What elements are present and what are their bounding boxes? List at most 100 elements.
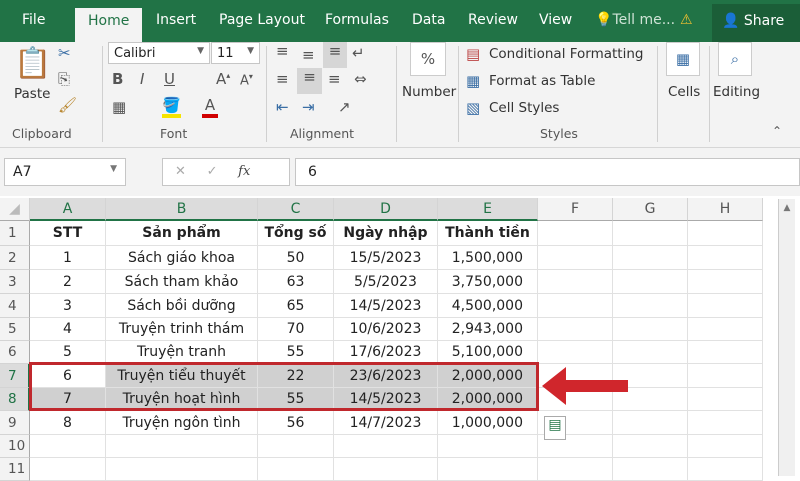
- font-color-icon[interactable]: A: [202, 96, 218, 118]
- align-left-icon[interactable]: ≡: [276, 70, 289, 88]
- table-cell[interactable]: [106, 435, 258, 458]
- paste-icon[interactable]: 📋: [14, 46, 51, 81]
- table-header-cell[interactable]: Tổng số: [258, 221, 334, 246]
- table-cell[interactable]: Sách bồi dưỡng: [106, 294, 258, 318]
- tab-data[interactable]: Data: [412, 12, 445, 28]
- table-cell[interactable]: [688, 411, 763, 435]
- table-cell[interactable]: 2: [30, 270, 106, 294]
- table-cell[interactable]: [613, 318, 688, 341]
- borders-icon[interactable]: ▦: [112, 98, 126, 116]
- row-header[interactable]: 8: [0, 388, 30, 411]
- percent-icon[interactable]: %: [410, 42, 446, 76]
- align-right-icon[interactable]: ≡: [328, 70, 341, 88]
- row-header[interactable]: 5: [0, 318, 30, 341]
- font-name-dropdown[interactable]: Calibri ▼: [108, 42, 210, 64]
- table-cell[interactable]: [688, 388, 763, 411]
- table-header-cell[interactable]: [538, 221, 613, 246]
- table-cell[interactable]: [688, 270, 763, 294]
- copy-icon[interactable]: ⎘: [58, 70, 70, 88]
- orientation-icon[interactable]: ↗: [338, 98, 351, 116]
- increase-font-icon[interactable]: A▴: [216, 70, 230, 88]
- editing-button[interactable]: Editing: [713, 84, 760, 100]
- table-cell[interactable]: 14/7/2023: [334, 411, 438, 435]
- table-cell[interactable]: [688, 435, 763, 458]
- table-cell[interactable]: 50: [258, 246, 334, 270]
- table-cell[interactable]: 4,500,000: [438, 294, 538, 318]
- share-button[interactable]: 👤 Share: [712, 4, 800, 42]
- warning-icon[interactable]: ⚠: [680, 12, 693, 28]
- tell-me-search[interactable]: 💡Tell me...: [595, 12, 675, 28]
- tab-home[interactable]: Home: [75, 8, 143, 42]
- table-cell[interactable]: 63: [258, 270, 334, 294]
- column-header[interactable]: D: [334, 198, 438, 221]
- cut-icon[interactable]: ✂: [58, 44, 71, 62]
- table-cell[interactable]: [30, 458, 106, 481]
- row-header[interactable]: 4: [0, 294, 30, 318]
- align-center-icon[interactable]: ≡: [297, 68, 322, 94]
- table-cell[interactable]: 55: [258, 341, 334, 364]
- align-bottom-icon[interactable]: ≡: [323, 42, 347, 68]
- table-cell[interactable]: [538, 318, 613, 341]
- row-header[interactable]: 11: [0, 458, 30, 481]
- row-header[interactable]: 3: [0, 270, 30, 294]
- column-header[interactable]: F: [538, 198, 613, 221]
- merge-center-icon[interactable]: ⇔: [354, 70, 367, 88]
- insert-function-icon[interactable]: fx: [238, 164, 250, 179]
- table-cell[interactable]: [30, 435, 106, 458]
- table-cell[interactable]: [334, 435, 438, 458]
- column-header[interactable]: B: [106, 198, 258, 221]
- table-cell[interactable]: [613, 458, 688, 481]
- table-cell[interactable]: [613, 411, 688, 435]
- table-header-cell[interactable]: STT: [30, 221, 106, 246]
- table-cell[interactable]: [613, 270, 688, 294]
- tab-view[interactable]: View: [539, 12, 572, 28]
- table-cell[interactable]: 8: [30, 411, 106, 435]
- table-cell[interactable]: [688, 318, 763, 341]
- table-cell[interactable]: [613, 246, 688, 270]
- paste-button[interactable]: Paste: [14, 86, 50, 102]
- column-header[interactable]: A: [30, 198, 106, 221]
- table-cell[interactable]: 5,100,000: [438, 341, 538, 364]
- table-cell[interactable]: 4: [30, 318, 106, 341]
- table-cell[interactable]: [688, 364, 763, 388]
- cells-button[interactable]: Cells: [668, 84, 700, 100]
- table-header-cell[interactable]: [688, 221, 763, 246]
- decrease-indent-icon[interactable]: ⇤: [276, 98, 289, 116]
- table-cell[interactable]: 56: [258, 411, 334, 435]
- column-header[interactable]: H: [688, 198, 763, 221]
- tab-insert[interactable]: Insert: [156, 12, 196, 28]
- search-icon[interactable]: ⌕: [718, 42, 752, 76]
- table-cell[interactable]: [613, 341, 688, 364]
- table-header-cell[interactable]: Sản phẩm: [106, 221, 258, 246]
- scroll-up-icon[interactable]: ▲: [779, 199, 795, 213]
- tab-file[interactable]: File: [22, 12, 45, 28]
- table-cell[interactable]: [688, 294, 763, 318]
- table-cell[interactable]: [334, 458, 438, 481]
- table-cell[interactable]: Truyện ngôn tình: [106, 411, 258, 435]
- table-cell[interactable]: 1: [30, 246, 106, 270]
- column-header[interactable]: C: [258, 198, 334, 221]
- row-header[interactable]: 2: [0, 246, 30, 270]
- row-header[interactable]: 9: [0, 411, 30, 435]
- table-cell[interactable]: 17/6/2023: [334, 341, 438, 364]
- enter-icon[interactable]: ✓: [207, 164, 218, 179]
- number-format-button[interactable]: Number: [402, 84, 456, 100]
- vertical-scrollbar[interactable]: ▲: [778, 199, 795, 476]
- table-cell[interactable]: Sách tham khảo: [106, 270, 258, 294]
- table-cell[interactable]: [613, 294, 688, 318]
- table-cell[interactable]: [258, 458, 334, 481]
- cancel-icon[interactable]: ✕: [175, 164, 186, 179]
- tab-review[interactable]: Review: [468, 12, 518, 28]
- table-cell[interactable]: [688, 458, 763, 481]
- table-cell[interactable]: [438, 458, 538, 481]
- table-cell[interactable]: [538, 270, 613, 294]
- column-header[interactable]: E: [438, 198, 538, 221]
- table-cell[interactable]: 70: [258, 318, 334, 341]
- underline-button[interactable]: U: [164, 70, 175, 88]
- name-box[interactable]: A7 ▼: [4, 158, 126, 186]
- format-as-table-button[interactable]: Format as Table: [489, 73, 595, 89]
- conditional-formatting-button[interactable]: Conditional Formatting: [489, 46, 643, 62]
- wrap-text-icon[interactable]: ↵: [352, 44, 365, 62]
- italic-button[interactable]: I: [140, 70, 144, 88]
- table-cell[interactable]: 5/5/2023: [334, 270, 438, 294]
